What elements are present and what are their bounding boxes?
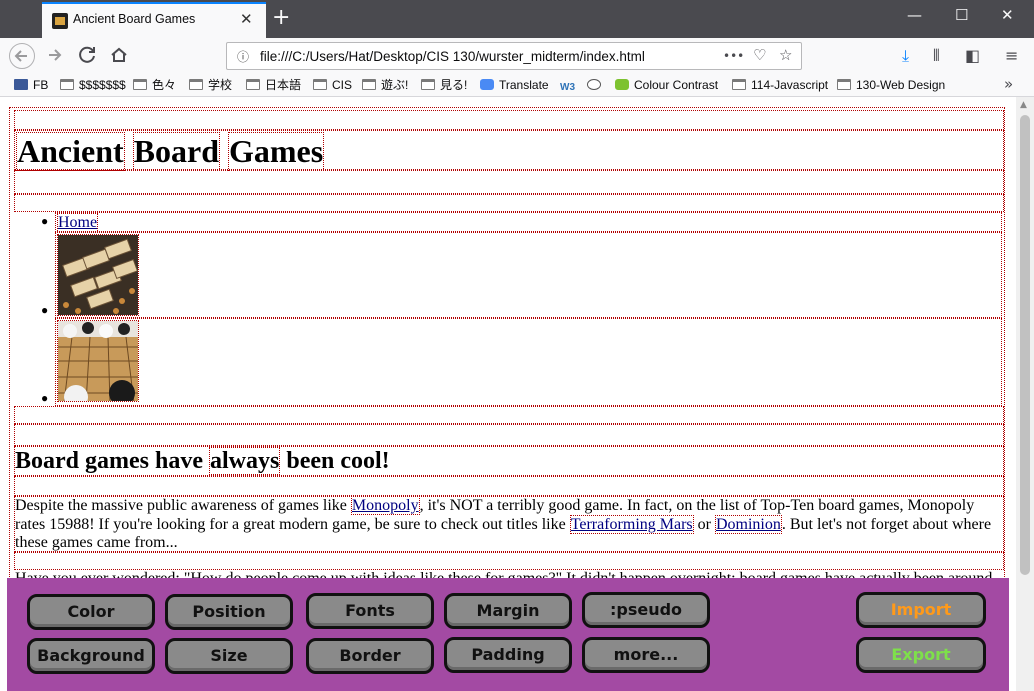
bookmarks-toolbar: FB $$$$$$$ 色々 学校 日本語 CIS 遊ぶ! 見る! Transla… (0, 74, 1034, 97)
intro-paragraph: Despite the massive public awareness of … (15, 496, 992, 551)
title-word: Games (228, 132, 325, 171)
outline-box (14, 110, 1004, 130)
bookmark-folder-gakkou[interactable]: 学校 (189, 77, 232, 93)
facebook-icon (14, 79, 28, 90)
bookmark-folder-money[interactable]: $$$$$$$ (60, 77, 126, 93)
browser-titlebar: Ancient Board Games ✕ + — ☐ ✕ (0, 0, 1034, 38)
outline-box (14, 424, 1004, 446)
folder-icon (189, 79, 203, 90)
page-info-icon[interactable]: ⓘ (237, 48, 249, 65)
bookmark-folder-asobu[interactable]: 遊ぶ! (362, 77, 408, 93)
monopoly-link[interactable]: Monopoly (350, 496, 420, 515)
scroll-up-icon[interactable]: ▲ (1020, 100, 1027, 110)
color-button[interactable]: Color (27, 594, 155, 630)
page-title: Ancient Board Games (16, 132, 325, 171)
title-word: Ancient (16, 132, 125, 171)
folder-icon (60, 79, 74, 90)
background-button[interactable]: Background (27, 638, 155, 674)
reload-icon[interactable] (74, 43, 100, 69)
export-button[interactable]: Export (856, 637, 986, 673)
fonts-button[interactable]: Fonts (306, 593, 434, 629)
nav-item-image (55, 318, 1002, 406)
nav-item-home (55, 212, 1002, 232)
translate-icon (480, 79, 494, 90)
outline-box (14, 170, 1004, 194)
css-tool-panel: Color Position Fonts Margin :pseudo Impo… (7, 578, 1009, 691)
sidebar-icon[interactable]: ◧ (965, 46, 980, 65)
size-button[interactable]: Size (165, 638, 293, 674)
terraforming-mars-link[interactable]: Terraforming Mars (569, 514, 694, 534)
list-bullet: ● (41, 214, 49, 228)
colour-contrast-icon (615, 79, 629, 90)
folder-icon (421, 79, 435, 90)
bookmark-globe[interactable] (587, 77, 606, 93)
bookmark-colour-contrast[interactable]: Colour Contrast (615, 77, 718, 93)
downloads-icon[interactable]: ⤓ (902, 46, 909, 66)
bookmark-folder-114-javascript[interactable]: 114-Javascript (732, 77, 828, 93)
browser-tab[interactable]: Ancient Board Games ✕ (42, 2, 266, 38)
bookmark-folder-iroiro[interactable]: 色々 (133, 77, 176, 93)
close-tab-icon[interactable]: ✕ (240, 10, 253, 28)
dominoes-game-image[interactable] (57, 234, 139, 316)
bookmark-w3[interactable]: W3 (560, 77, 580, 93)
list-bullet: ● (41, 303, 49, 317)
emphasis-word: always (209, 447, 281, 475)
folder-icon (837, 79, 851, 90)
navigation-toolbar: ⓘ file:///C:/Users/Hat/Desktop/CIS 130/w… (0, 38, 1034, 74)
dominion-link[interactable]: Dominion (714, 514, 782, 534)
padding-button[interactable]: Padding (444, 637, 572, 673)
bookmark-star-icon[interactable]: ☆ (779, 46, 792, 64)
home-icon[interactable] (106, 43, 132, 69)
scrollbar-thumb[interactable] (1020, 115, 1030, 575)
title-word: Board (132, 132, 220, 171)
margin-button[interactable]: Margin (444, 593, 572, 629)
globe-icon (587, 79, 601, 90)
import-button[interactable]: Import (856, 592, 986, 628)
folder-icon (362, 79, 376, 90)
outline-box (14, 476, 1004, 496)
home-link[interactable]: Home (57, 213, 99, 233)
bookmark-folder-130-web-design[interactable]: 130-Web Design (837, 77, 945, 93)
outline-box (14, 406, 1004, 424)
vertical-scrollbar[interactable]: ▲ (1016, 97, 1034, 691)
back-arrow-icon[interactable] (9, 43, 35, 69)
folder-icon (313, 79, 327, 90)
outline-box (14, 194, 1004, 212)
bookmark-folder-nihongo[interactable]: 日本語 (246, 77, 301, 93)
tab-title: Ancient Board Games (73, 12, 196, 26)
bookmark-folder-miru[interactable]: 見る! (421, 77, 467, 93)
minimize-window-button[interactable]: — (907, 6, 922, 24)
position-button[interactable]: Position (165, 594, 293, 630)
pocket-icon[interactable]: ♡ (753, 46, 766, 64)
maximize-window-button[interactable]: ☐ (955, 6, 968, 24)
bookmark-fb[interactable]: FB (14, 77, 48, 93)
folder-icon (246, 79, 260, 90)
address-bar[interactable]: ⓘ file:///C:/Users/Hat/Desktop/CIS 130/w… (226, 42, 802, 70)
bookmark-translate[interactable]: Translate (480, 77, 549, 93)
folder-icon (133, 79, 147, 90)
go-board-image[interactable] (57, 320, 139, 402)
folder-icon (732, 79, 746, 90)
new-tab-button[interactable]: + (272, 5, 290, 30)
outline-box (14, 552, 1004, 570)
pseudo-button[interactable]: :pseudo (582, 592, 710, 628)
border-button[interactable]: Border (306, 638, 434, 674)
section-heading: Board games have always been cool! (15, 447, 390, 475)
page-actions-icon[interactable]: ••• (723, 49, 744, 63)
list-bullet: ● (41, 391, 49, 405)
forward-arrow-icon[interactable] (41, 43, 67, 69)
bookmark-folder-cis[interactable]: CIS (313, 77, 352, 93)
w3-icon: W3 (560, 82, 575, 93)
more-bookmarks-icon[interactable]: » (1004, 75, 1013, 93)
more-button[interactable]: more... (582, 637, 710, 673)
site-favicon-icon (52, 13, 68, 29)
nav-item-image (55, 232, 1002, 318)
library-icon[interactable]: ⫴ (933, 46, 940, 66)
url-text[interactable]: file:///C:/Users/Hat/Desktop/CIS 130/wur… (260, 49, 645, 64)
close-window-button[interactable]: ✕ (1001, 6, 1014, 24)
menu-icon[interactable]: ≡ (1005, 46, 1018, 65)
